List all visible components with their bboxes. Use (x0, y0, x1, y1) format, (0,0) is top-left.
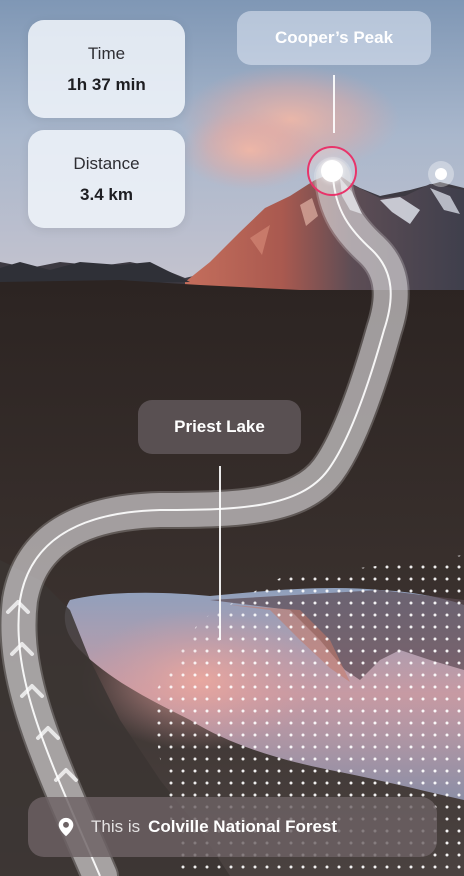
time-value: 1h 37 min (67, 75, 146, 94)
time-card: Time 1h 37 min (28, 20, 185, 118)
secondary-marker-dot (435, 168, 447, 180)
location-name: Colville National Forest (148, 817, 338, 836)
trail-map-screen: Time 1h 37 min Distance 3.4 km Cooper’s … (0, 0, 464, 876)
peak-name-label[interactable]: Cooper’s Peak (237, 11, 431, 65)
lake-name-label[interactable]: Priest Lake (138, 400, 301, 454)
distance-value: 3.4 km (80, 185, 133, 204)
distance-card: Distance 3.4 km (28, 130, 185, 228)
peak-marker-dot (321, 160, 343, 182)
peak-location-marker[interactable] (307, 146, 357, 196)
secondary-location-marker[interactable] (428, 161, 454, 187)
distance-label: Distance (73, 154, 140, 173)
time-label: Time (87, 44, 126, 63)
peak-connector-line (333, 75, 335, 133)
lake-connector-line (219, 466, 221, 640)
location-pin-icon (58, 817, 74, 837)
location-bar[interactable]: This is Colville National Forest (28, 797, 437, 857)
location-prefix: This is (91, 817, 141, 836)
